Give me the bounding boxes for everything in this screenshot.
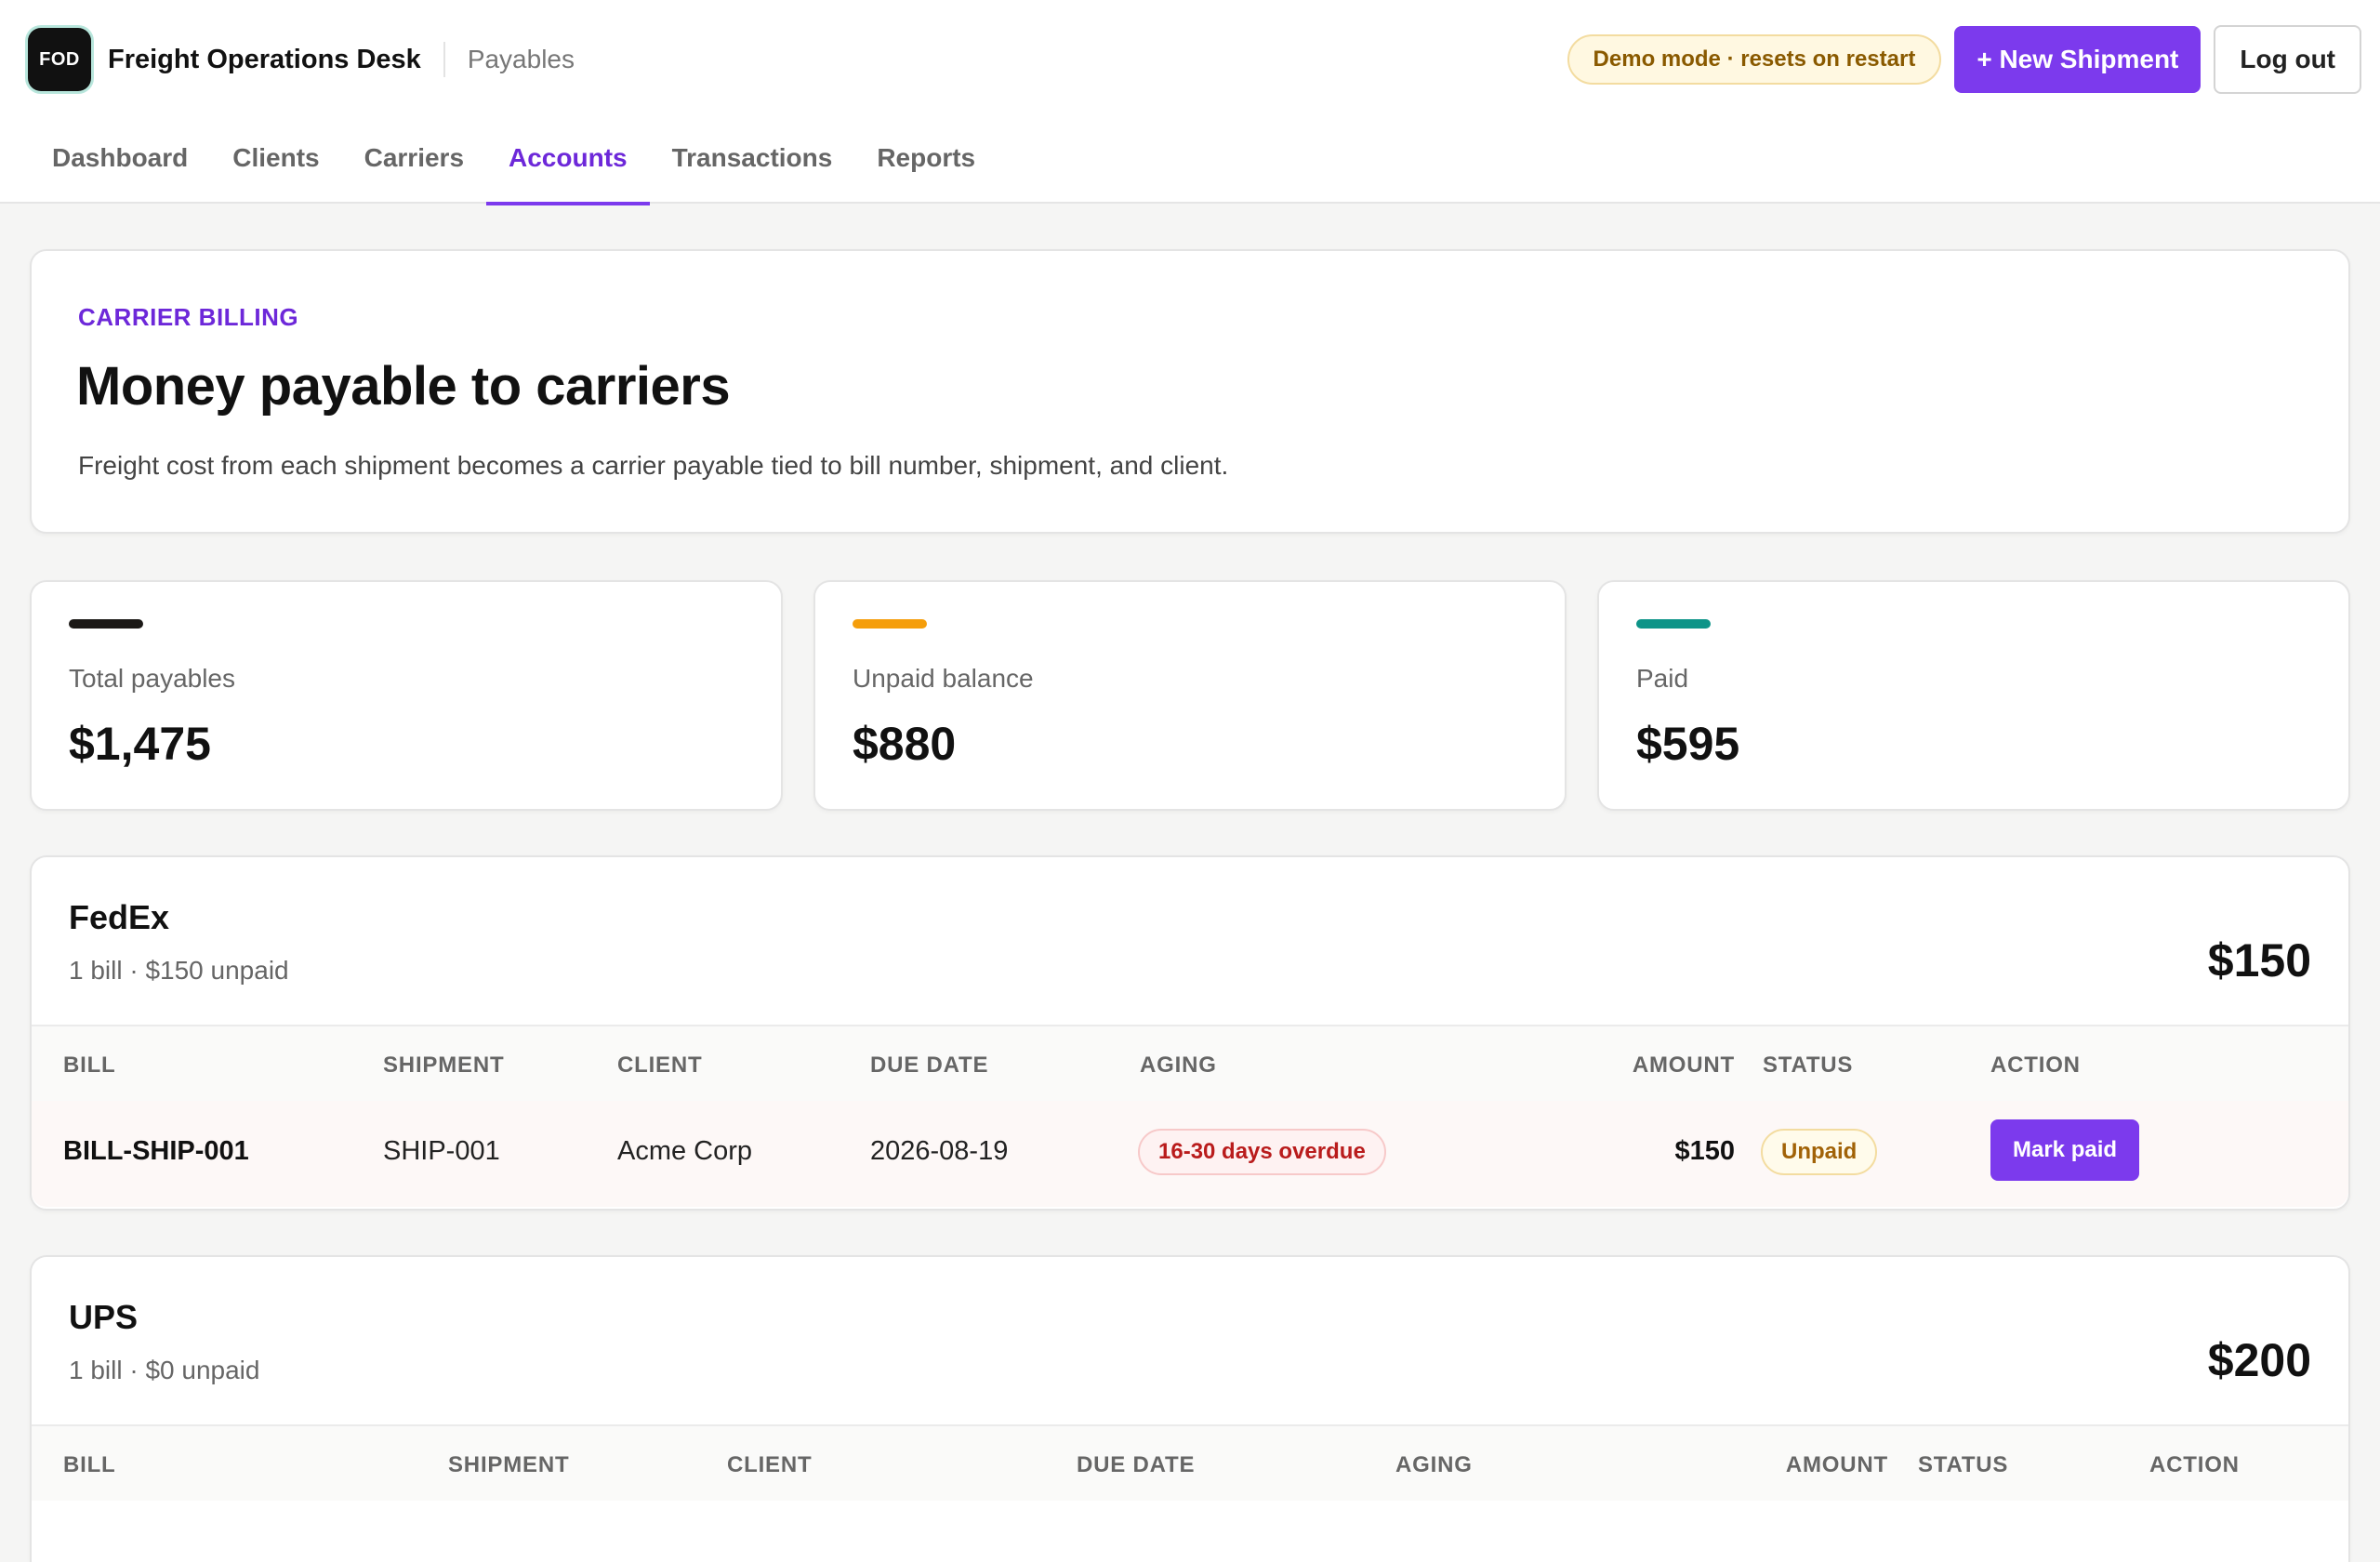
carrier-card-fedex: FedEx 1 bill · $150 unpaid $150 BILL SHI… [30, 855, 2350, 1211]
stat-card-paid: Paid $595 [1597, 580, 2350, 811]
carrier-total: $200 [2207, 1334, 2311, 1386]
bill-number[interactable]: BILL-SHIP-001 [63, 1136, 249, 1167]
section-label: Payables [467, 45, 575, 73]
new-shipment-button[interactable]: + New Shipment [1954, 26, 2202, 93]
status-badge: Unpaid [1761, 1129, 1878, 1175]
hero-description: Freight cost from each shipment becomes … [78, 451, 1229, 480]
col-client[interactable]: CLIENT [617, 1052, 702, 1079]
stat-label: Unpaid balance [853, 664, 1034, 693]
hero-eyebrow: CARRIER BILLING [78, 303, 299, 331]
client-name: Acme Corp [617, 1136, 753, 1166]
main-nav: Dashboard Clients Carriers Accounts Tran… [30, 130, 998, 205]
col-shipment[interactable]: SHIPMENT [448, 1452, 569, 1478]
app-logo[interactable]: FOD [28, 28, 91, 91]
col-action: ACTION [2149, 1452, 2240, 1477]
brand: FOD Freight Operations Desk Payables [28, 26, 575, 93]
table-row[interactable]: BILL-SHIP-001 SHIP-001 Acme Corp 2026-08… [32, 1101, 2348, 1207]
table-header: BILL SHIPMENT CLIENT DUE DATE AGING AMOU… [32, 1424, 2348, 1501]
page-title: Money payable to carriers [76, 356, 731, 417]
stat-accent-bar [69, 619, 143, 629]
title-divider [443, 42, 445, 77]
col-amount[interactable]: AMOUNT [1601, 1052, 1735, 1079]
col-status[interactable]: STATUS [1763, 1052, 1853, 1079]
col-status[interactable]: STATUS [1918, 1452, 2008, 1478]
table-header: BILL SHIPMENT CLIENT DUE DATE AGING AMOU… [32, 1025, 2348, 1101]
stat-accent-bar [853, 619, 927, 629]
tab-accounts[interactable]: Accounts [486, 130, 650, 205]
tab-transactions[interactable]: Transactions [650, 130, 855, 204]
amount: $150 [1674, 1136, 1735, 1166]
col-amount[interactable]: AMOUNT [1754, 1452, 1888, 1478]
top-bar: FOD Freight Operations Desk Payables Dem… [0, 0, 2380, 205]
stat-value: $880 [853, 718, 957, 770]
carrier-summary: 1 bill · $0 unpaid [69, 1356, 260, 1384]
shipment-id[interactable]: SHIP-001 [383, 1136, 500, 1167]
stat-accent-bar [1636, 619, 1711, 629]
logout-button[interactable]: Log out [2214, 25, 2361, 94]
stat-card-unpaid: Unpaid balance $880 [813, 580, 1567, 811]
stat-card-total: Total payables $1,475 [30, 580, 783, 811]
stat-label: Total payables [69, 664, 236, 693]
col-client[interactable]: CLIENT [727, 1452, 812, 1478]
stat-value: $1,475 [69, 718, 211, 770]
mark-paid-button[interactable]: Mark paid [1990, 1119, 2140, 1181]
carrier-total: $150 [2207, 934, 2311, 986]
stat-label: Paid [1636, 664, 1689, 693]
header-actions: Demo mode · resets on restart + New Ship… [1567, 25, 2361, 94]
tab-dashboard[interactable]: Dashboard [30, 130, 210, 204]
col-bill[interactable]: BILL [63, 1452, 116, 1478]
col-aging[interactable]: AGING [1140, 1052, 1217, 1079]
due-date: 2026-08-19 [870, 1136, 1009, 1166]
app-title: Freight Operations Desk [108, 44, 421, 74]
col-shipment[interactable]: SHIPMENT [383, 1052, 504, 1079]
col-bill[interactable]: BILL [63, 1052, 116, 1079]
col-due-date[interactable]: DUE DATE [870, 1052, 988, 1079]
stat-value: $595 [1636, 718, 1740, 770]
col-action: ACTION [1990, 1052, 2081, 1078]
carrier-card-ups: UPS 1 bill · $0 unpaid $200 BILL SHIPMEN… [30, 1255, 2350, 1562]
tab-clients[interactable]: Clients [210, 130, 341, 204]
carrier-summary: 1 bill · $150 unpaid [69, 956, 289, 985]
demo-mode-badge: Demo mode · resets on restart [1567, 34, 1942, 85]
col-aging[interactable]: AGING [1395, 1452, 1473, 1478]
carrier-name: UPS [69, 1298, 139, 1336]
tab-reports[interactable]: Reports [854, 130, 998, 204]
carrier-name: FedEx [69, 898, 170, 936]
hero-card: CARRIER BILLING Money payable to carrier… [30, 249, 2350, 534]
aging-badge: 16-30 days overdue [1138, 1129, 1386, 1175]
tab-carriers[interactable]: Carriers [342, 130, 486, 204]
col-due-date[interactable]: DUE DATE [1077, 1452, 1195, 1478]
